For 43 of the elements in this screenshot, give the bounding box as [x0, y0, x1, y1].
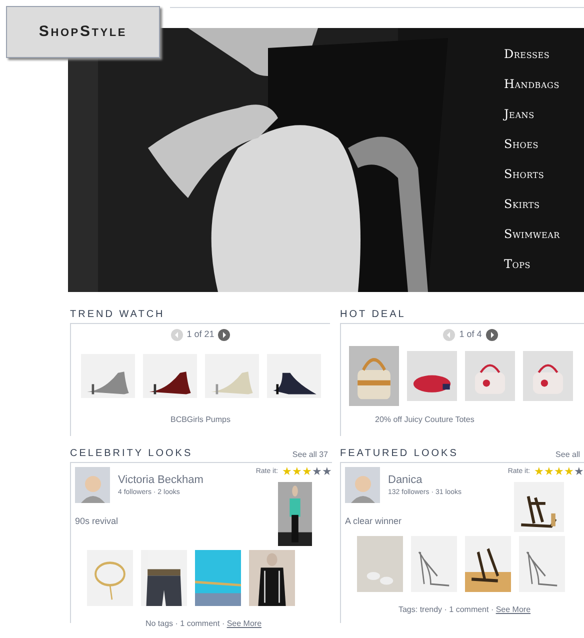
star-rating[interactable]: ★★★★★	[534, 467, 584, 478]
star-rating[interactable]: ★★★★★	[282, 467, 332, 478]
star-icon: ★	[312, 467, 322, 478]
section-title: TREND WATCH	[70, 307, 330, 324]
next-icon[interactable]	[486, 328, 498, 341]
star-icon: ★	[564, 467, 574, 478]
star-icon: ★	[574, 467, 584, 478]
look-title: 90s revival	[75, 515, 120, 528]
category-link[interactable]: Tops	[504, 254, 560, 274]
category-link[interactable]: Jeans	[504, 104, 560, 124]
star-icon: ★	[534, 467, 544, 478]
category-link[interactable]: Skirts	[504, 194, 560, 214]
see-all-link[interactable]: See all 37	[292, 449, 328, 461]
category-link[interactable]: Handbags	[504, 74, 560, 94]
star-icon: ★	[554, 467, 564, 478]
logo[interactable]: ShopStyle	[6, 6, 160, 58]
see-more-link[interactable]: See More	[496, 605, 531, 614]
category-link[interactable]: Swimwear	[504, 224, 560, 244]
star-icon: ★	[544, 467, 554, 478]
person-silhouette-icon	[80, 473, 106, 503]
star-icon: ★	[322, 467, 332, 478]
section-title: HOT DEAL	[340, 307, 584, 324]
star-icon: ★	[302, 467, 312, 478]
item-caption: 20% off Juicy Couture Totes	[374, 414, 476, 426]
see-more-link[interactable]: See More	[226, 619, 262, 628]
star-icon: ★	[282, 467, 292, 478]
user-name[interactable]: Danica	[388, 472, 462, 488]
person-silhouette-icon	[350, 473, 376, 503]
category-link[interactable]: Shoes	[504, 134, 560, 154]
section-title: FEATURED LOOKS	[340, 447, 458, 461]
category-link[interactable]: Dresses	[504, 44, 560, 64]
see-all-link[interactable]: See all	[556, 449, 580, 461]
item-caption: BCBGirls Pumps	[169, 414, 232, 426]
look-meta: No tags · 1 comment · See More	[145, 619, 262, 628]
user-name[interactable]: Victoria Beckham	[118, 472, 204, 488]
category-link[interactable]: Shorts	[504, 164, 560, 184]
section-title: CELEBRITY LOOKS	[70, 447, 193, 461]
look-meta: Tags: trendy · 1 comment · See More	[398, 605, 531, 614]
pager-count: 1 of 4	[459, 328, 482, 341]
star-icon: ★	[292, 467, 302, 478]
next-icon[interactable]	[218, 328, 230, 341]
pager-count: 1 of 21	[186, 328, 214, 341]
look-title: A clear winner	[345, 515, 403, 528]
